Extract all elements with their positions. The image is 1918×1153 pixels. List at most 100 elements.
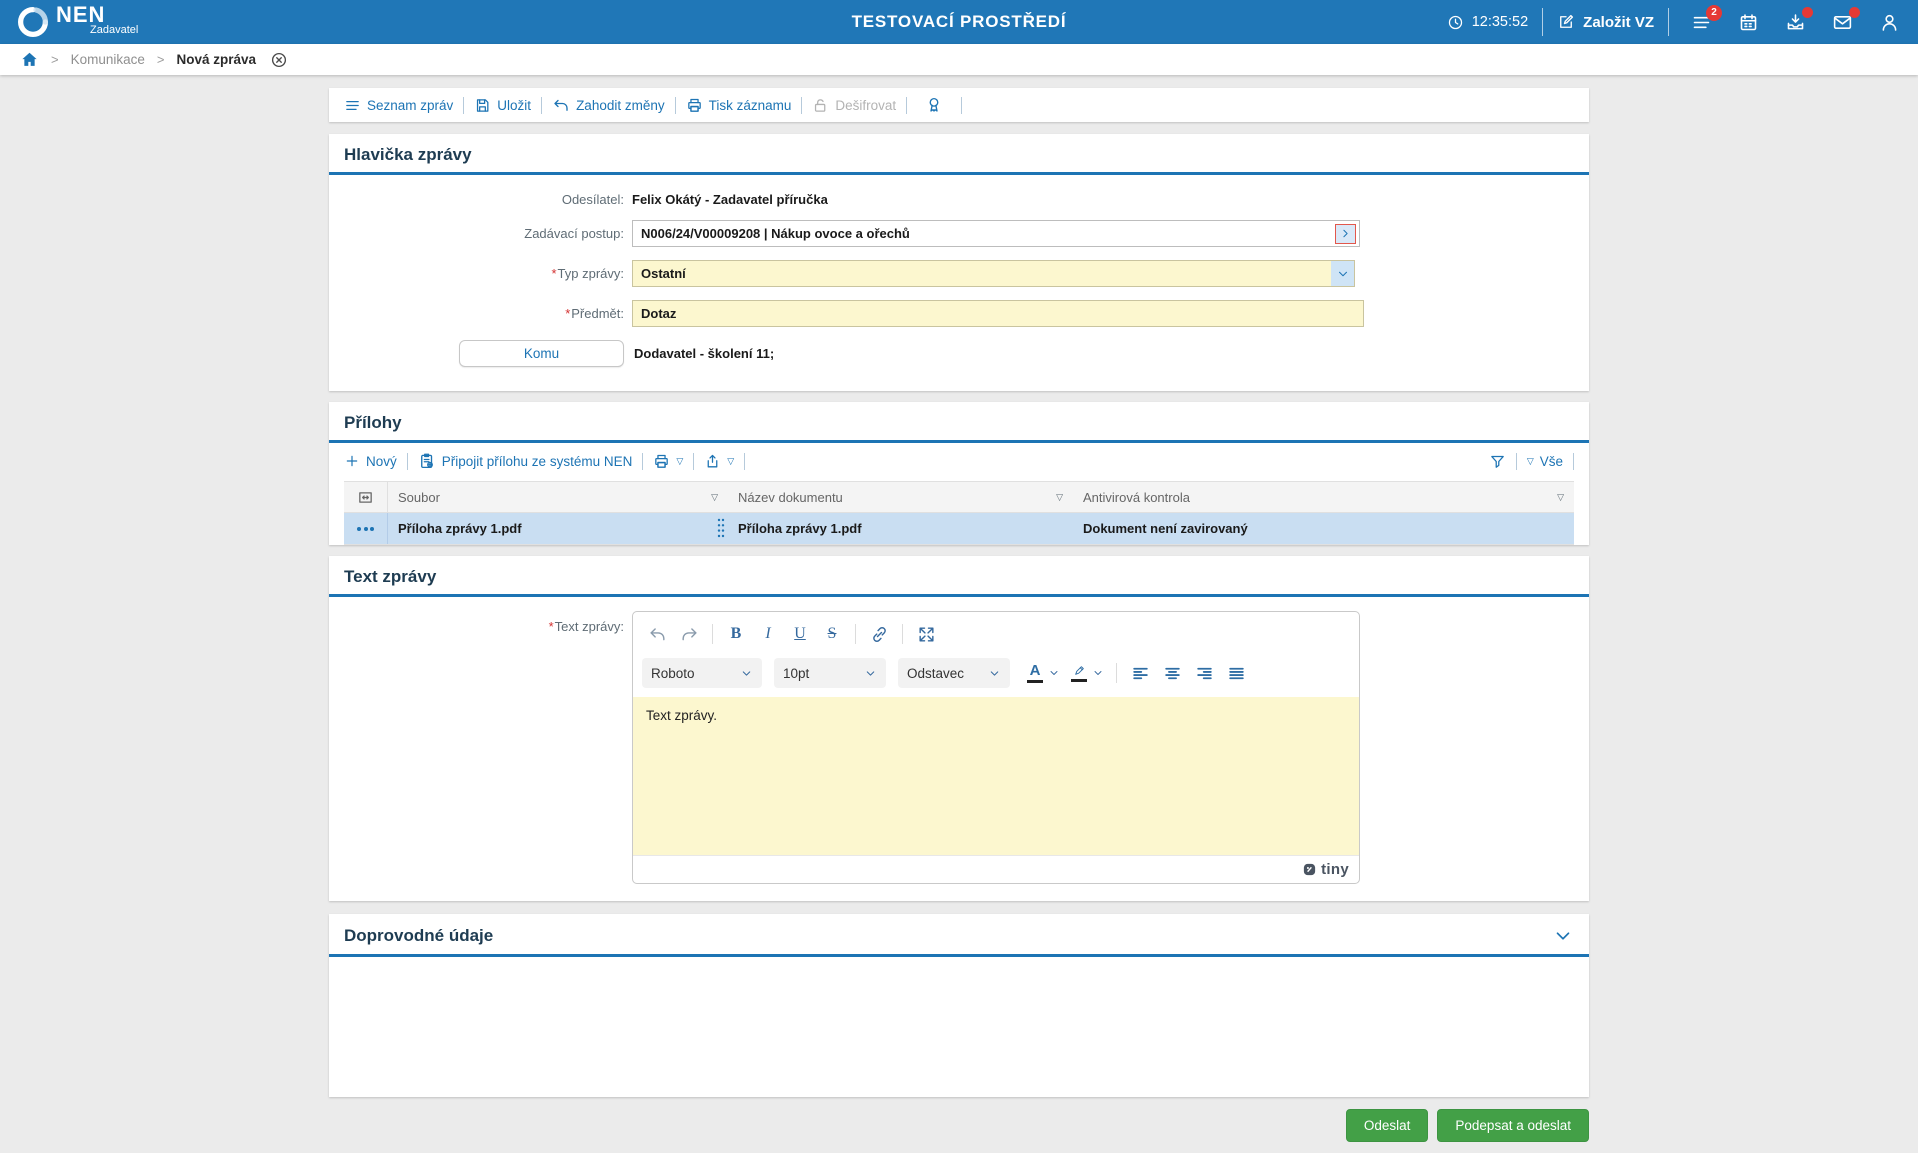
clock-icon	[1447, 14, 1464, 31]
divider	[1116, 663, 1117, 683]
column-header-nazev[interactable]: Název dokumentu ▽	[728, 482, 1073, 512]
share-icon	[704, 453, 721, 470]
column-label: Antivirová kontrola	[1083, 490, 1190, 505]
procedure-field[interactable]: N006/24/V00009208 | Nákup ovoce a ořechů	[632, 220, 1360, 247]
procedure-lookup-button[interactable]	[1335, 224, 1356, 244]
tiny-brand-link[interactable]: tiny	[1302, 861, 1349, 878]
save-icon	[474, 97, 491, 114]
divider	[693, 453, 694, 470]
decrypt-button[interactable]: Dešifrovat	[812, 97, 896, 114]
align-center-button[interactable]	[1157, 658, 1187, 688]
breadcrumb-item-komunikace[interactable]: Komunikace	[71, 52, 145, 67]
tiny-brand-label: tiny	[1321, 861, 1349, 878]
editor-toolbar-row2: Roboto 10pt Odstavec A	[633, 656, 1359, 697]
collapse-section-button[interactable]	[1552, 925, 1574, 947]
calendar-button[interactable]	[1738, 12, 1759, 33]
print-attachments-button[interactable]: ▽	[653, 453, 683, 470]
message-text-section: Text zprávy *Text zprávy: B I U S	[329, 556, 1589, 901]
strikethrough-button[interactable]: S	[817, 619, 847, 649]
column-header-antivirus[interactable]: Antivirová kontrola ▽	[1073, 482, 1574, 512]
procedure-label: Zadávací postup:	[344, 226, 624, 241]
message-list-button[interactable]: Seznam zpráv	[344, 97, 453, 114]
underline-button[interactable]: U	[785, 619, 815, 649]
align-center-icon	[1163, 664, 1182, 683]
editor-statusbar: tiny	[633, 855, 1359, 883]
calendar-icon	[1738, 12, 1759, 33]
bold-button[interactable]: B	[721, 619, 751, 649]
user-icon	[1879, 12, 1900, 33]
seal-button[interactable]	[925, 96, 943, 114]
close-tab-button[interactable]	[270, 51, 288, 69]
align-right-button[interactable]	[1189, 658, 1219, 688]
divider	[744, 453, 745, 470]
editor-content-area[interactable]: Text zprávy.	[633, 697, 1359, 855]
menu-button[interactable]: 2	[1691, 12, 1712, 33]
font-size-select[interactable]: 10pt	[774, 658, 886, 688]
table-row[interactable]: Příloha zprávy 1.pdf Příloha zprávy 1.pd…	[344, 513, 1574, 544]
column-filter-icon[interactable]: ▽	[1056, 492, 1063, 503]
column-settings-button[interactable]	[344, 482, 388, 512]
print-record-button[interactable]: Tisk záznamu	[686, 97, 792, 114]
create-vz-button[interactable]: Založit VZ	[1557, 13, 1654, 31]
attachments-table: Soubor ▽ Název dokumentu ▽ Antivirová ko…	[344, 481, 1574, 545]
new-attachment-label: Nový	[366, 454, 397, 469]
font-family-select[interactable]: Roboto	[642, 658, 762, 688]
column-header-soubor[interactable]: Soubor ▽	[388, 482, 728, 512]
column-filter-icon[interactable]: ▽	[711, 492, 718, 503]
chevron-right-icon	[1339, 227, 1352, 240]
align-left-button[interactable]	[1125, 658, 1155, 688]
block-format-select[interactable]: Odstavec	[898, 658, 1010, 688]
attach-from-nen-icon	[418, 452, 436, 470]
discard-changes-button[interactable]: Zahodit změny	[552, 96, 665, 114]
new-attachment-button[interactable]: Nový	[344, 453, 397, 469]
divider	[675, 97, 676, 114]
subject-input[interactable]: Dotaz	[632, 300, 1364, 327]
recipients-button[interactable]: Komu	[459, 340, 624, 367]
profile-button[interactable]	[1879, 12, 1900, 33]
divider	[961, 97, 962, 114]
accompanying-body	[329, 957, 1589, 1097]
redo-button[interactable]	[674, 619, 704, 649]
row-actions-button[interactable]	[344, 513, 388, 544]
align-justify-button[interactable]	[1221, 658, 1251, 688]
type-dropdown-button[interactable]	[1331, 261, 1354, 286]
fullscreen-button[interactable]	[911, 619, 941, 649]
sign-and-send-button[interactable]: Podepsat a odeslat	[1437, 1109, 1589, 1142]
breadcrumb-item-current: Nová zpráva	[176, 52, 256, 67]
attach-from-nen-button[interactable]: Připojit přílohu ze systému NEN	[418, 452, 633, 470]
chevron-down-icon	[1048, 667, 1060, 679]
column-filter-icon[interactable]: ▽	[1557, 492, 1564, 503]
chevron-down-icon	[1092, 667, 1104, 679]
create-vz-label: Založit VZ	[1583, 14, 1654, 31]
sender-label: Odesílatel:	[344, 192, 624, 207]
message-type-select[interactable]: Ostatní	[632, 260, 1355, 287]
messages-button[interactable]	[1832, 12, 1853, 33]
divider	[642, 453, 643, 470]
discard-changes-label: Zahodit změny	[576, 98, 665, 113]
undo-button[interactable]	[642, 619, 672, 649]
drag-handle-icon[interactable]	[716, 517, 726, 539]
save-button[interactable]: Uložit	[474, 97, 531, 114]
footer-actions: Odeslat Podepsat a odeslat	[329, 1109, 1589, 1142]
send-button[interactable]: Odeslat	[1346, 1109, 1429, 1142]
chevron-down-icon	[1336, 267, 1350, 281]
filter-button[interactable]	[1489, 453, 1506, 470]
italic-button[interactable]: I	[753, 619, 783, 649]
divider	[1516, 453, 1517, 470]
highlight-color-button[interactable]	[1066, 658, 1104, 688]
chevron-down-icon	[988, 667, 1001, 680]
recipients-value: Dodavatel - školení 11;	[634, 346, 774, 361]
link-button[interactable]	[864, 619, 894, 649]
inbox-button[interactable]	[1785, 12, 1806, 33]
text-color-button[interactable]: A	[1022, 658, 1060, 688]
plus-icon	[344, 453, 360, 469]
dropdown-triangle-icon: ▽	[1527, 456, 1534, 467]
attach-from-nen-label: Připojit přílohu ze systému NEN	[442, 454, 633, 469]
list-icon	[344, 97, 361, 114]
show-all-button[interactable]: ▽ Vše	[1527, 454, 1563, 469]
print-record-label: Tisk záznamu	[709, 98, 792, 113]
align-right-icon	[1195, 664, 1214, 683]
home-button[interactable]	[20, 50, 39, 69]
export-attachments-button[interactable]: ▽	[704, 453, 734, 470]
close-circle-icon	[270, 51, 288, 69]
